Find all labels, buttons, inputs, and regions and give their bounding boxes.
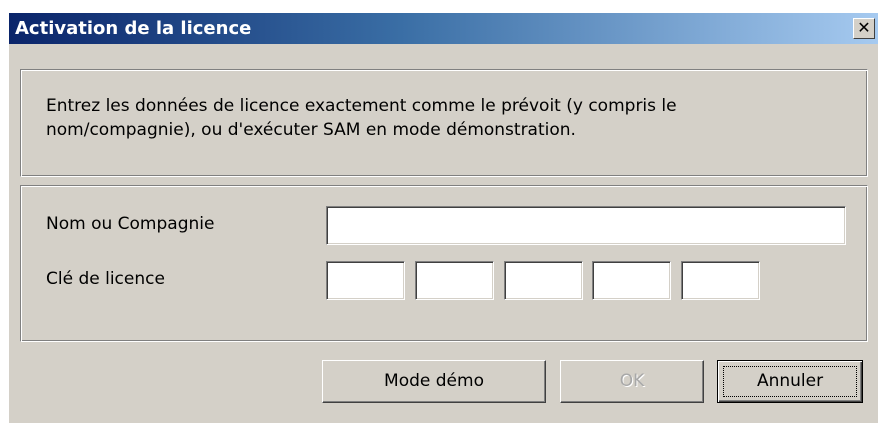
- license-fields-group: Nom ou Compagnie Clé de licence: [20, 185, 868, 342]
- title-bar[interactable]: Activation de la licence ✕: [9, 13, 878, 44]
- license-key-segment-5[interactable]: [681, 261, 760, 300]
- close-icon: ✕: [857, 18, 871, 37]
- demo-mode-button-label: Mode démo: [384, 371, 484, 391]
- cancel-button[interactable]: Annuler: [717, 360, 863, 403]
- cancel-button-label: Annuler: [756, 371, 824, 391]
- name-label: Nom ou Compagnie: [46, 214, 215, 234]
- demo-mode-button[interactable]: Mode démo: [322, 360, 546, 403]
- license-key-segment-1[interactable]: [326, 261, 405, 300]
- info-group: Entrez les données de licence exactement…: [20, 69, 868, 177]
- instructions-line-1: Entrez les données de licence exactement…: [46, 96, 677, 116]
- license-key-segment-3[interactable]: [504, 261, 583, 300]
- ok-button-label: OK: [619, 371, 645, 391]
- license-key-segment-4[interactable]: [592, 261, 671, 300]
- key-label: Clé de licence: [46, 269, 165, 289]
- ok-button[interactable]: OK: [560, 360, 704, 403]
- window-title: Activation de la licence: [15, 18, 252, 39]
- license-key-segment-2[interactable]: [415, 261, 494, 300]
- name-input[interactable]: [326, 206, 846, 245]
- license-activation-dialog: Activation de la licence ✕ Entrez les do…: [8, 12, 878, 423]
- instructions-line-2: nom/compagnie), ou d'exécuter SAM en mod…: [46, 120, 576, 140]
- instructions-text: Entrez les données de licence exactement…: [46, 94, 856, 142]
- close-button[interactable]: ✕: [853, 18, 875, 39]
